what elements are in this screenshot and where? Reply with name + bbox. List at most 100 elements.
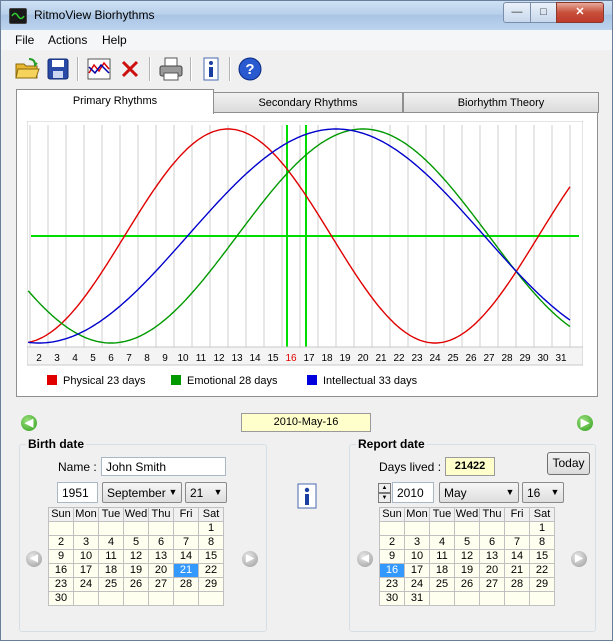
report-day-cell[interactable]: 24 bbox=[404, 577, 430, 592]
calendar-empty-cell bbox=[173, 521, 199, 536]
report-day-cell[interactable]: 13 bbox=[479, 549, 505, 564]
tab-secondary-rhythms[interactable]: Secondary Rhythms bbox=[213, 92, 403, 113]
help-icon[interactable]: ? bbox=[236, 55, 264, 83]
report-day-cell[interactable]: 7 bbox=[504, 535, 530, 550]
birth-day-cell[interactable]: 30 bbox=[48, 591, 74, 606]
x-tick-label: 21 bbox=[375, 353, 387, 364]
report-day-cell[interactable]: 22 bbox=[529, 563, 555, 578]
report-day-cell[interactable]: 29 bbox=[529, 577, 555, 592]
open-folder-icon[interactable] bbox=[13, 55, 41, 83]
report-weekday-header: Fri bbox=[504, 507, 530, 522]
birth-day-cell[interactable]: 16 bbox=[48, 563, 74, 578]
birth-prev-month-icon[interactable]: ◀ bbox=[26, 551, 42, 567]
report-day-cell[interactable]: 6 bbox=[479, 535, 505, 550]
birth-month-select[interactable]: September ▼ bbox=[102, 482, 182, 503]
birth-day-cell[interactable]: 5 bbox=[123, 535, 149, 550]
birth-day-cell[interactable]: 2 bbox=[48, 535, 74, 550]
birth-day-cell[interactable]: 22 bbox=[198, 563, 224, 578]
name-field[interactable]: John Smith bbox=[101, 457, 226, 476]
report-day-select[interactable]: 16 ▼ bbox=[522, 482, 564, 503]
minimize-button[interactable]: — bbox=[503, 2, 531, 23]
birth-day-cell[interactable]: 29 bbox=[198, 577, 224, 592]
report-day-cell[interactable]: 9 bbox=[379, 549, 405, 564]
birth-day-cell[interactable]: 13 bbox=[148, 549, 174, 564]
print-icon[interactable] bbox=[157, 55, 185, 83]
birth-day-cell[interactable]: 25 bbox=[98, 577, 124, 592]
report-day-cell[interactable]: 1 bbox=[529, 521, 555, 536]
next-day-arrow-icon[interactable]: ▶ bbox=[577, 415, 593, 431]
menu-actions[interactable]: Actions bbox=[48, 33, 87, 47]
birth-day-cell[interactable]: 6 bbox=[148, 535, 174, 550]
report-day-cell[interactable]: 19 bbox=[454, 563, 480, 578]
birth-day-cell[interactable]: 21 bbox=[173, 563, 199, 578]
birth-day-cell[interactable]: 3 bbox=[73, 535, 99, 550]
report-day-cell[interactable]: 8 bbox=[529, 535, 555, 550]
birth-year-field[interactable]: 1951 bbox=[57, 482, 98, 503]
birth-day-cell[interactable]: 26 bbox=[123, 577, 149, 592]
info-icon[interactable] bbox=[297, 483, 317, 509]
birth-day-cell[interactable]: 10 bbox=[73, 549, 99, 564]
save-icon[interactable] bbox=[44, 55, 72, 83]
report-day-cell[interactable]: 23 bbox=[379, 577, 405, 592]
birth-day-cell[interactable]: 14 bbox=[173, 549, 199, 564]
birth-day-cell[interactable]: 28 bbox=[173, 577, 199, 592]
birth-day-cell[interactable]: 17 bbox=[73, 563, 99, 578]
report-day-cell[interactable]: 26 bbox=[454, 577, 480, 592]
report-year-field[interactable]: 2010 bbox=[392, 482, 434, 503]
birth-day-cell[interactable]: 20 bbox=[148, 563, 174, 578]
spinner-down-icon[interactable]: ▼ bbox=[378, 493, 391, 503]
report-day-cell[interactable]: 30 bbox=[379, 591, 405, 606]
maximize-button[interactable]: □ bbox=[530, 2, 557, 23]
chart-icon[interactable] bbox=[85, 55, 113, 83]
today-button[interactable]: Today bbox=[547, 452, 590, 475]
birth-day-cell[interactable]: 18 bbox=[98, 563, 124, 578]
report-day-cell[interactable]: 12 bbox=[454, 549, 480, 564]
menu-help[interactable]: Help bbox=[102, 33, 127, 47]
birth-day-cell[interactable]: 27 bbox=[148, 577, 174, 592]
report-day-cell[interactable]: 11 bbox=[429, 549, 455, 564]
menu-file[interactable]: File bbox=[15, 33, 34, 47]
prev-day-arrow-icon[interactable]: ◀ bbox=[21, 415, 37, 431]
spinner-up-icon[interactable]: ▲ bbox=[378, 483, 391, 493]
birth-day-cell[interactable]: 7 bbox=[173, 535, 199, 550]
birth-day-cell[interactable]: 12 bbox=[123, 549, 149, 564]
report-day-cell[interactable]: 18 bbox=[429, 563, 455, 578]
x-tick-label: 22 bbox=[393, 353, 405, 364]
close-button[interactable]: ✕ bbox=[556, 2, 604, 23]
report-next-month-icon[interactable]: ▶ bbox=[571, 551, 587, 567]
x-tick-label: 8 bbox=[144, 353, 150, 364]
delete-icon[interactable] bbox=[116, 55, 144, 83]
birth-day-cell[interactable]: 8 bbox=[198, 535, 224, 550]
report-day-cell[interactable]: 28 bbox=[504, 577, 530, 592]
info-icon[interactable] bbox=[197, 55, 225, 83]
birth-day-cell[interactable]: 23 bbox=[48, 577, 74, 592]
report-day-cell[interactable]: 4 bbox=[429, 535, 455, 550]
report-day-cell[interactable]: 3 bbox=[404, 535, 430, 550]
report-day-cell[interactable]: 10 bbox=[404, 549, 430, 564]
report-day-cell[interactable]: 31 bbox=[404, 591, 430, 606]
birth-day-select[interactable]: 21 ▼ bbox=[185, 482, 227, 503]
report-day-cell[interactable]: 21 bbox=[504, 563, 530, 578]
tab-primary-rhythms[interactable]: Primary Rhythms bbox=[16, 89, 214, 114]
report-day-cell[interactable]: 15 bbox=[529, 549, 555, 564]
birth-day-cell[interactable]: 19 bbox=[123, 563, 149, 578]
report-day-cell[interactable]: 2 bbox=[379, 535, 405, 550]
report-day-cell[interactable]: 20 bbox=[479, 563, 505, 578]
report-day-cell[interactable]: 14 bbox=[504, 549, 530, 564]
report-day-cell[interactable]: 5 bbox=[454, 535, 480, 550]
tab-biorhythm-theory[interactable]: Biorhythm Theory bbox=[403, 92, 599, 113]
report-day-cell[interactable]: 16 bbox=[379, 563, 405, 578]
birth-day-cell[interactable]: 1 bbox=[198, 521, 224, 536]
birth-day-cell[interactable]: 11 bbox=[98, 549, 124, 564]
year-spinner[interactable]: ▲ ▼ bbox=[378, 483, 391, 503]
birth-day-cell[interactable]: 4 bbox=[98, 535, 124, 550]
birth-next-month-icon[interactable]: ▶ bbox=[242, 551, 258, 567]
report-day-cell[interactable]: 17 bbox=[404, 563, 430, 578]
birth-day-cell[interactable]: 24 bbox=[73, 577, 99, 592]
birth-day-cell[interactable]: 9 bbox=[48, 549, 74, 564]
report-prev-month-icon[interactable]: ◀ bbox=[357, 551, 373, 567]
birth-day-cell[interactable]: 15 bbox=[198, 549, 224, 564]
report-month-select[interactable]: May ▼ bbox=[439, 482, 519, 503]
report-day-cell[interactable]: 27 bbox=[479, 577, 505, 592]
report-day-cell[interactable]: 25 bbox=[429, 577, 455, 592]
